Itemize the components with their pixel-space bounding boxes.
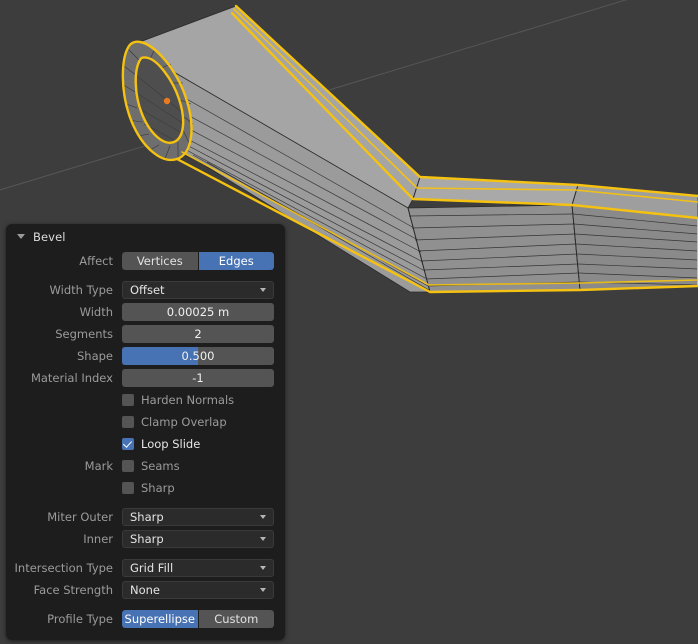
row-harden-normals: Harden Normals	[6, 389, 274, 411]
row-intersection-type: Intersection Type Grid Fill	[6, 557, 274, 579]
width-type-dropdown[interactable]: Offset	[122, 281, 274, 299]
mark-seams-checkbox[interactable]	[122, 460, 134, 472]
miter-inner-value: Sharp	[130, 532, 164, 546]
mark-seams-label: Seams	[141, 459, 180, 473]
material-index-value: -1	[192, 371, 204, 385]
width-value: 0.00025 m	[166, 305, 230, 319]
face-strength-dropdown[interactable]: None	[122, 581, 274, 599]
shape-value: 0.500	[181, 349, 215, 363]
object-origin-dot	[163, 97, 171, 105]
label-face-strength: Face Strength	[33, 583, 113, 597]
material-index-field[interactable]: -1	[122, 369, 274, 387]
mark-sharp-checkbox-wrap[interactable]: Sharp	[122, 481, 274, 495]
triangle-down-icon[interactable]	[17, 233, 26, 242]
chevron-down-icon	[260, 566, 267, 570]
panel-title: Bevel	[33, 230, 66, 244]
chevron-down-icon	[260, 288, 267, 292]
row-affect: Affect Vertices Edges	[6, 250, 274, 272]
row-shape: Shape 0.500	[6, 345, 274, 367]
affect-option-vertices[interactable]: Vertices	[122, 252, 198, 270]
intersection-type-dropdown[interactable]: Grid Fill	[122, 559, 274, 577]
miter-outer-value: Sharp	[130, 510, 164, 524]
bevel-operator-panel: Bevel Affect Vertices Edges Width Type O	[6, 224, 285, 640]
label-profile-type: Profile Type	[47, 612, 113, 626]
clamp-overlap-label: Clamp Overlap	[141, 415, 227, 429]
label-shape: Shape	[76, 349, 113, 363]
label-width: Width	[79, 305, 113, 319]
row-miter-outer: Miter Outer Sharp	[6, 506, 274, 528]
row-width: Width 0.00025 m	[6, 301, 274, 323]
panel-header[interactable]: Bevel	[6, 224, 285, 250]
row-clamp-overlap: Clamp Overlap	[6, 411, 274, 433]
row-miter-inner: Inner Sharp	[6, 528, 274, 550]
chevron-down-icon	[260, 588, 267, 592]
profile-type-option-superellipse[interactable]: Superellipse	[122, 610, 198, 628]
chevron-down-icon	[260, 537, 267, 541]
label-mark: Mark	[84, 459, 113, 473]
label-material-index: Material Index	[30, 371, 113, 385]
loop-slide-checkbox[interactable]	[122, 438, 134, 450]
profile-type-toggle-group[interactable]: Superellipse Custom	[122, 610, 274, 628]
label-width-type: Width Type	[49, 283, 113, 297]
mark-seams-checkbox-wrap[interactable]: Seams	[122, 459, 274, 473]
intersection-type-value: Grid Fill	[130, 561, 174, 575]
segments-value: 2	[194, 327, 202, 341]
width-field[interactable]: 0.00025 m	[122, 303, 274, 321]
harden-normals-label: Harden Normals	[141, 393, 235, 407]
row-profile-type: Profile Type Superellipse Custom	[6, 608, 274, 630]
label-miter-inner: Inner	[83, 532, 113, 546]
panel-rows: Affect Vertices Edges Width Type Offset	[6, 250, 285, 630]
chevron-down-icon	[260, 515, 267, 519]
label-affect: Affect	[79, 254, 113, 268]
clamp-overlap-checkbox-wrap[interactable]: Clamp Overlap	[122, 415, 274, 429]
affect-toggle-group[interactable]: Vertices Edges	[122, 252, 274, 270]
profile-type-option-custom[interactable]: Custom	[198, 610, 274, 628]
row-width-type: Width Type Offset	[6, 279, 274, 301]
loop-slide-label: Loop Slide	[141, 437, 201, 451]
label-miter-outer: Miter Outer	[47, 510, 113, 524]
miter-inner-dropdown[interactable]: Sharp	[122, 530, 274, 548]
face-strength-value: None	[130, 583, 161, 597]
row-mark-sharp: Sharp	[6, 477, 274, 499]
label-intersection-type: Intersection Type	[14, 561, 113, 575]
loop-slide-checkbox-wrap[interactable]: Loop Slide	[122, 437, 274, 451]
harden-normals-checkbox-wrap[interactable]: Harden Normals	[122, 393, 274, 407]
clamp-overlap-checkbox[interactable]	[122, 416, 134, 428]
label-segments: Segments	[55, 327, 113, 341]
miter-outer-dropdown[interactable]: Sharp	[122, 508, 274, 526]
shape-slider[interactable]: 0.500	[122, 347, 274, 365]
mark-sharp-label: Sharp	[141, 481, 175, 495]
blender-window: Bevel Affect Vertices Edges Width Type O	[0, 0, 698, 644]
harden-normals-checkbox[interactable]	[122, 394, 134, 406]
row-loop-slide: Loop Slide	[6, 433, 274, 455]
row-face-strength: Face Strength None	[6, 579, 274, 601]
row-mark-seams: Mark Seams	[6, 455, 274, 477]
mark-sharp-checkbox[interactable]	[122, 482, 134, 494]
segments-field[interactable]: 2	[122, 325, 274, 343]
width-type-value: Offset	[130, 283, 165, 297]
row-material-index: Material Index -1	[6, 367, 274, 389]
affect-option-edges[interactable]: Edges	[198, 252, 274, 270]
row-segments: Segments 2	[6, 323, 274, 345]
